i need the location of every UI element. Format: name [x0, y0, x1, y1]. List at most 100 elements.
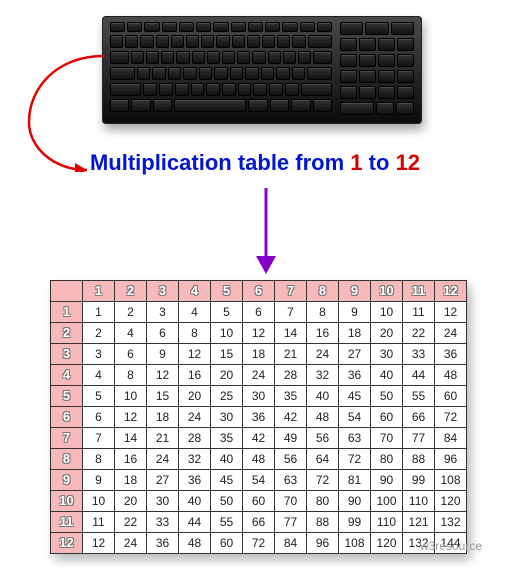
table-cell: 36	[435, 344, 467, 365]
multiplication-table: 1234567891011121123456789101112224681012…	[50, 280, 467, 554]
table-cell: 88	[403, 449, 435, 470]
table-cell: 48	[243, 449, 275, 470]
table-cell: 44	[179, 512, 211, 533]
table-cell: 11	[403, 302, 435, 323]
table-cell: 55	[403, 386, 435, 407]
row-header: 4	[51, 365, 83, 386]
column-header: 10	[371, 281, 403, 302]
heading-range-mid: to	[369, 150, 390, 175]
row-header: 5	[51, 386, 83, 407]
column-header: 4	[179, 281, 211, 302]
table-cell: 90	[371, 470, 403, 491]
table-cell: 64	[307, 449, 339, 470]
table-cell: 24	[435, 323, 467, 344]
table-cell: 96	[307, 533, 339, 554]
table-cell: 8	[179, 323, 211, 344]
table-cell: 18	[115, 470, 147, 491]
table-cell: 36	[339, 365, 371, 386]
table-cell: 36	[147, 533, 179, 554]
column-header: 8	[307, 281, 339, 302]
table-cell: 49	[275, 428, 307, 449]
row-header: 10	[51, 491, 83, 512]
table-cell: 42	[243, 428, 275, 449]
table-cell: 45	[339, 386, 371, 407]
table-cell: 60	[371, 407, 403, 428]
table-cell: 28	[275, 365, 307, 386]
table-cell: 81	[339, 470, 371, 491]
table-cell: 16	[179, 365, 211, 386]
heading-range-end: 12	[396, 150, 420, 175]
table-cell: 56	[275, 449, 307, 470]
watermark-text: w3resource	[420, 539, 482, 553]
table-cell: 22	[115, 512, 147, 533]
table-cell: 36	[243, 407, 275, 428]
table-cell: 84	[435, 428, 467, 449]
table-cell: 16	[115, 449, 147, 470]
table-cell: 6	[243, 302, 275, 323]
table-cell: 88	[307, 512, 339, 533]
table-cell: 70	[371, 428, 403, 449]
table-cell: 7	[83, 428, 115, 449]
table-cell: 54	[243, 470, 275, 491]
table-cell: 8	[115, 365, 147, 386]
table-cell: 70	[275, 491, 307, 512]
column-header: 1	[83, 281, 115, 302]
table-cell: 108	[339, 533, 371, 554]
table-cell: 42	[275, 407, 307, 428]
table-cell: 22	[403, 323, 435, 344]
table-cell: 6	[147, 323, 179, 344]
column-header: 6	[243, 281, 275, 302]
table-cell: 54	[339, 407, 371, 428]
table-cell: 9	[147, 344, 179, 365]
table-cell: 30	[371, 344, 403, 365]
table-cell: 24	[179, 407, 211, 428]
table-cell: 48	[307, 407, 339, 428]
heading-prefix: Multiplication table from	[90, 150, 344, 175]
table-cell: 132	[435, 512, 467, 533]
table-cell: 63	[275, 470, 307, 491]
table-cell: 27	[147, 470, 179, 491]
table-cell: 35	[211, 428, 243, 449]
diagram-stage: Multiplication table from 1 to 12 123456…	[10, 10, 500, 557]
table-cell: 40	[211, 449, 243, 470]
table-cell: 99	[339, 512, 371, 533]
table-cell: 30	[243, 386, 275, 407]
table-cell: 90	[339, 491, 371, 512]
table-cell: 110	[371, 512, 403, 533]
table-cell: 15	[211, 344, 243, 365]
table-cell: 16	[307, 323, 339, 344]
table-cell: 80	[307, 491, 339, 512]
table-cell: 48	[179, 533, 211, 554]
table-cell: 3	[147, 302, 179, 323]
table-cell: 27	[339, 344, 371, 365]
table-cell: 14	[275, 323, 307, 344]
table-cell: 12	[147, 365, 179, 386]
table-cell: 21	[147, 428, 179, 449]
table-cell: 10	[115, 386, 147, 407]
table-cell: 60	[211, 533, 243, 554]
table-corner-cell	[51, 281, 83, 302]
table-cell: 84	[275, 533, 307, 554]
table-cell: 56	[307, 428, 339, 449]
table-cell: 20	[371, 323, 403, 344]
table-cell: 15	[147, 386, 179, 407]
row-header: 3	[51, 344, 83, 365]
table-cell: 24	[243, 365, 275, 386]
table-cell: 2	[83, 323, 115, 344]
table-cell: 50	[211, 491, 243, 512]
row-header: 7	[51, 428, 83, 449]
table-cell: 33	[147, 512, 179, 533]
table-cell: 40	[179, 491, 211, 512]
heading-range-start: 1	[350, 150, 362, 175]
row-header: 1	[51, 302, 83, 323]
table-cell: 100	[371, 491, 403, 512]
table-cell: 30	[147, 491, 179, 512]
table-cell: 121	[403, 512, 435, 533]
table-cell: 10	[211, 323, 243, 344]
table-cell: 40	[371, 365, 403, 386]
table-cell: 77	[403, 428, 435, 449]
table-cell: 24	[147, 449, 179, 470]
down-arrow-icon	[246, 186, 286, 276]
row-header: 9	[51, 470, 83, 491]
row-header: 11	[51, 512, 83, 533]
